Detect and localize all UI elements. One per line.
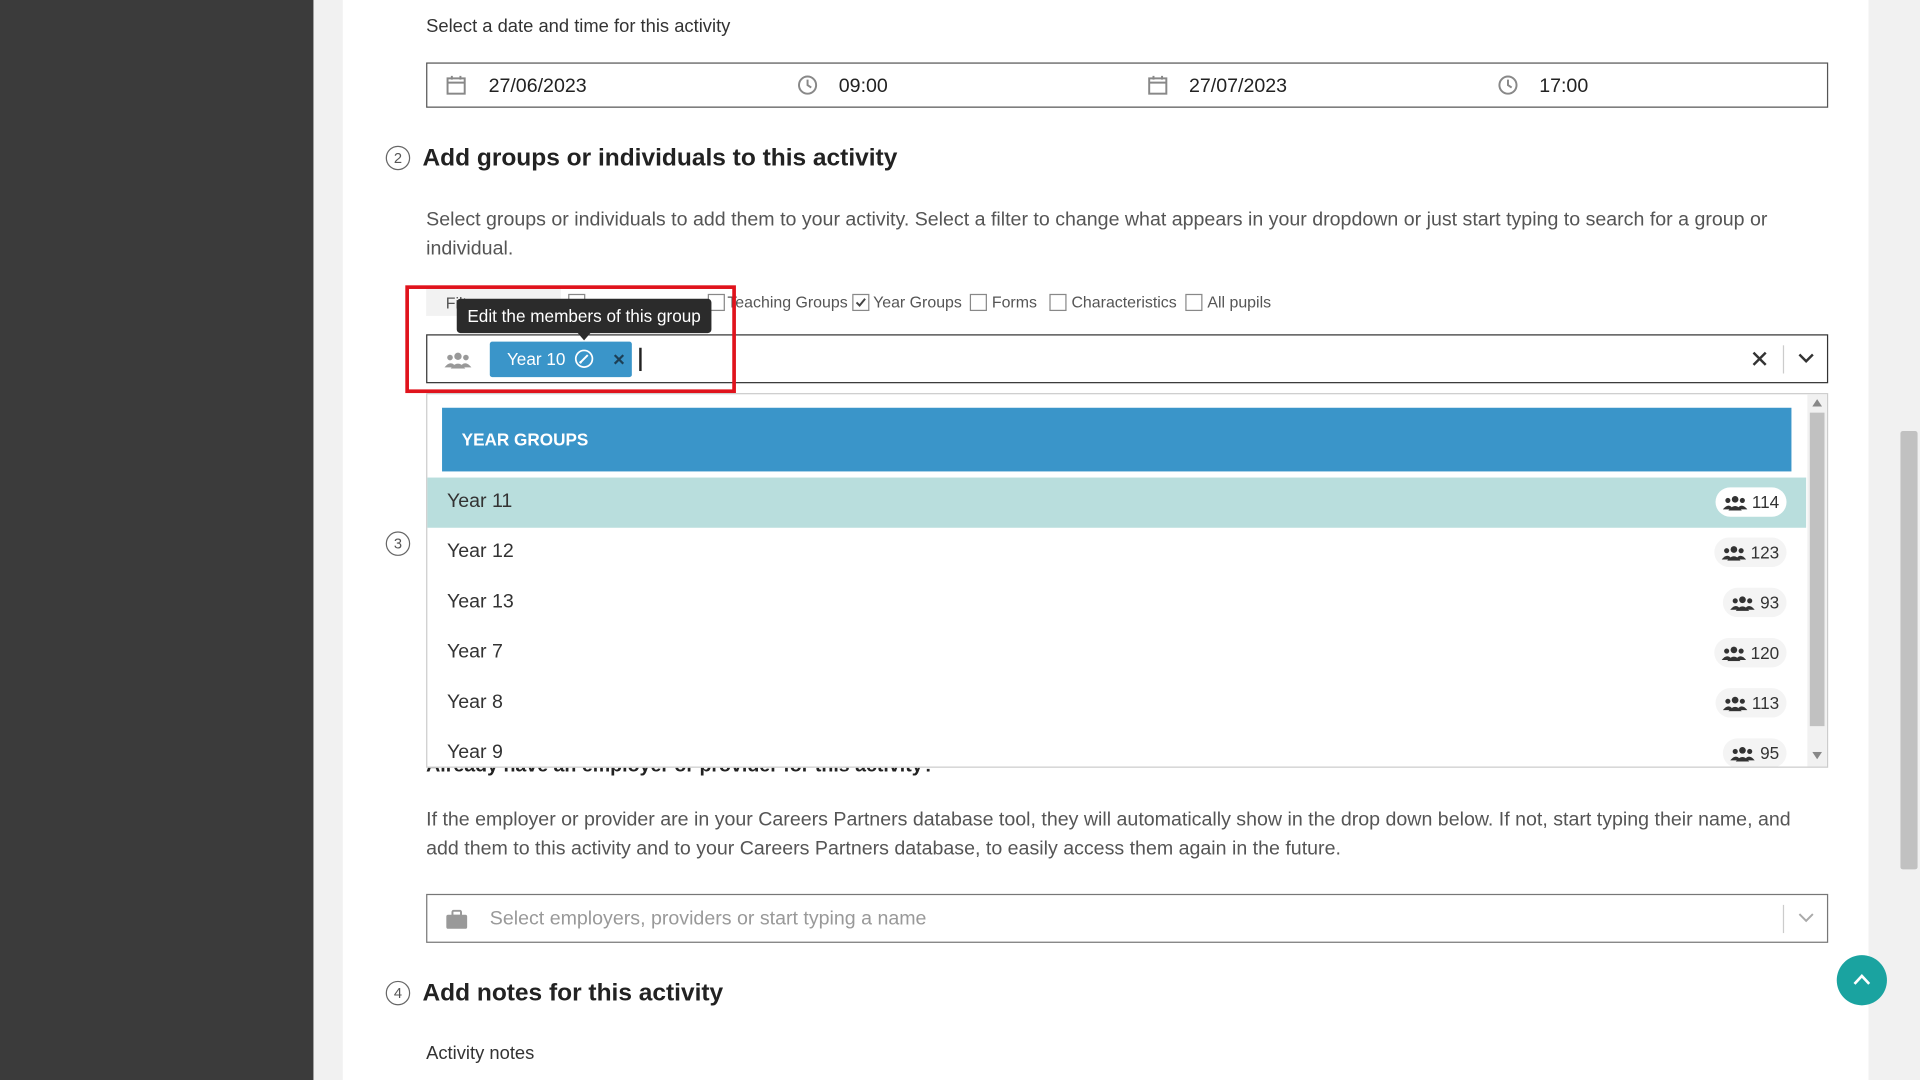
filter-label-characteristics[interactable]: Characteristics	[1071, 293, 1176, 311]
chevron-down-icon[interactable]	[1798, 912, 1815, 923]
left-panel	[0, 0, 314, 1080]
select-separator	[1782, 345, 1785, 374]
member-count: 95	[1760, 743, 1780, 763]
annotation-highlight-box	[405, 285, 736, 394]
filter-checkbox-forms[interactable]	[969, 293, 987, 312]
filter-label-year-groups[interactable]: Year Groups	[873, 293, 962, 311]
member-count: 120	[1750, 642, 1780, 663]
employer-placeholder: Select employers, providers or start typ…	[489, 908, 927, 930]
date-time-range-field[interactable]: 27/06/2023 09:00 27/07/2023 17:00	[426, 62, 1829, 108]
end-time-input[interactable]: 17:00	[1539, 76, 1588, 98]
option-label: Year 12	[446, 541, 514, 563]
dropdown-option[interactable]: Year 12 123	[427, 528, 1806, 578]
dropdown-option[interactable]: Year 7 120	[427, 628, 1806, 678]
scroll-down-arrow-icon[interactable]	[1812, 751, 1823, 760]
page-gutter	[313, 0, 343, 1080]
dropdown-option[interactable]: Year 13 93	[427, 578, 1806, 628]
filter-checkbox-year-groups[interactable]	[852, 293, 870, 312]
option-label: Year 9	[446, 742, 503, 763]
member-count-badge: 123	[1713, 537, 1787, 567]
calendar-icon	[446, 75, 466, 95]
back-to-top-button[interactable]	[1836, 955, 1887, 1006]
briefcase-icon	[446, 909, 468, 929]
page-gutter-right	[1868, 0, 1900, 1080]
group-icon	[1730, 595, 1756, 611]
section-title-groups: Add groups or individuals to this activi…	[422, 144, 898, 172]
step-number-3: 3	[385, 531, 411, 556]
member-count-badge: 114	[1715, 487, 1787, 517]
dropdown-option[interactable]: Year 8 113	[427, 678, 1806, 728]
groups-description: Select groups or individuals to add them…	[426, 209, 1768, 260]
group-icon	[1721, 645, 1746, 661]
member-count: 113	[1751, 693, 1780, 713]
section-title-notes: Add notes for this activity	[422, 979, 724, 1007]
employer-description: If the employer or provider are in your …	[426, 809, 1791, 860]
member-count-badge: 120	[1713, 637, 1787, 668]
clear-icon[interactable]	[1752, 351, 1767, 366]
start-date-input[interactable]: 27/06/2023	[489, 76, 587, 98]
option-label: Year 7	[446, 641, 503, 663]
option-label: Year 8	[446, 691, 503, 713]
page-scrollbar-thumb[interactable]	[1900, 431, 1918, 870]
dropdown-group-header: YEAR GROUPS	[442, 407, 1792, 472]
filter-label-forms[interactable]: Forms	[992, 293, 1037, 311]
start-time-input[interactable]: 09:00	[839, 76, 888, 98]
calendar-icon	[1148, 75, 1168, 95]
activity-notes-label: Activity notes	[426, 1043, 535, 1065]
filter-checkbox-characteristics[interactable]	[1049, 293, 1067, 312]
dropdown-option[interactable]: Year 9 95	[427, 729, 1806, 767]
chevron-down-icon[interactable]	[1798, 353, 1815, 364]
date-time-prompt: Select a date and time for this activity	[426, 15, 731, 37]
dropdown-scrollbar-thumb[interactable]	[1809, 412, 1825, 727]
member-count: 123	[1750, 542, 1780, 563]
dropdown-option[interactable]: Year 11 114	[427, 477, 1807, 528]
scroll-up-arrow-icon[interactable]	[1812, 399, 1823, 407]
filter-label-all-pupils[interactable]: All pupils	[1207, 293, 1271, 311]
filter-label-teaching-groups[interactable]: Teaching Groups	[727, 293, 847, 311]
option-label: Year 11	[446, 491, 513, 512]
member-count-badge: 95	[1723, 738, 1787, 767]
group-icon	[1722, 495, 1747, 510]
step-number-2: 2	[385, 145, 411, 171]
group-icon	[1721, 545, 1746, 561]
filter-checkbox-all-pupils[interactable]	[1185, 293, 1203, 312]
member-count: 114	[1751, 492, 1780, 512]
group-icon	[1722, 696, 1747, 711]
member-count: 93	[1760, 592, 1780, 613]
clock-icon	[1498, 75, 1518, 95]
chevron-up-icon	[1853, 973, 1871, 985]
member-count-badge: 93	[1723, 587, 1787, 618]
clock-icon	[798, 75, 818, 95]
member-count-badge: 113	[1715, 688, 1787, 718]
checkmark-icon	[855, 298, 866, 307]
employer-select-field[interactable]: Select employers, providers or start typ…	[426, 893, 1829, 943]
group-icon	[1730, 746, 1756, 761]
dropdown-group-header-label: YEAR GROUPS	[461, 429, 589, 450]
step-number-4: 4	[385, 980, 411, 1006]
end-date-input[interactable]: 27/07/2023	[1189, 76, 1287, 98]
option-label: Year 13	[446, 591, 514, 613]
select-separator	[1782, 904, 1785, 934]
